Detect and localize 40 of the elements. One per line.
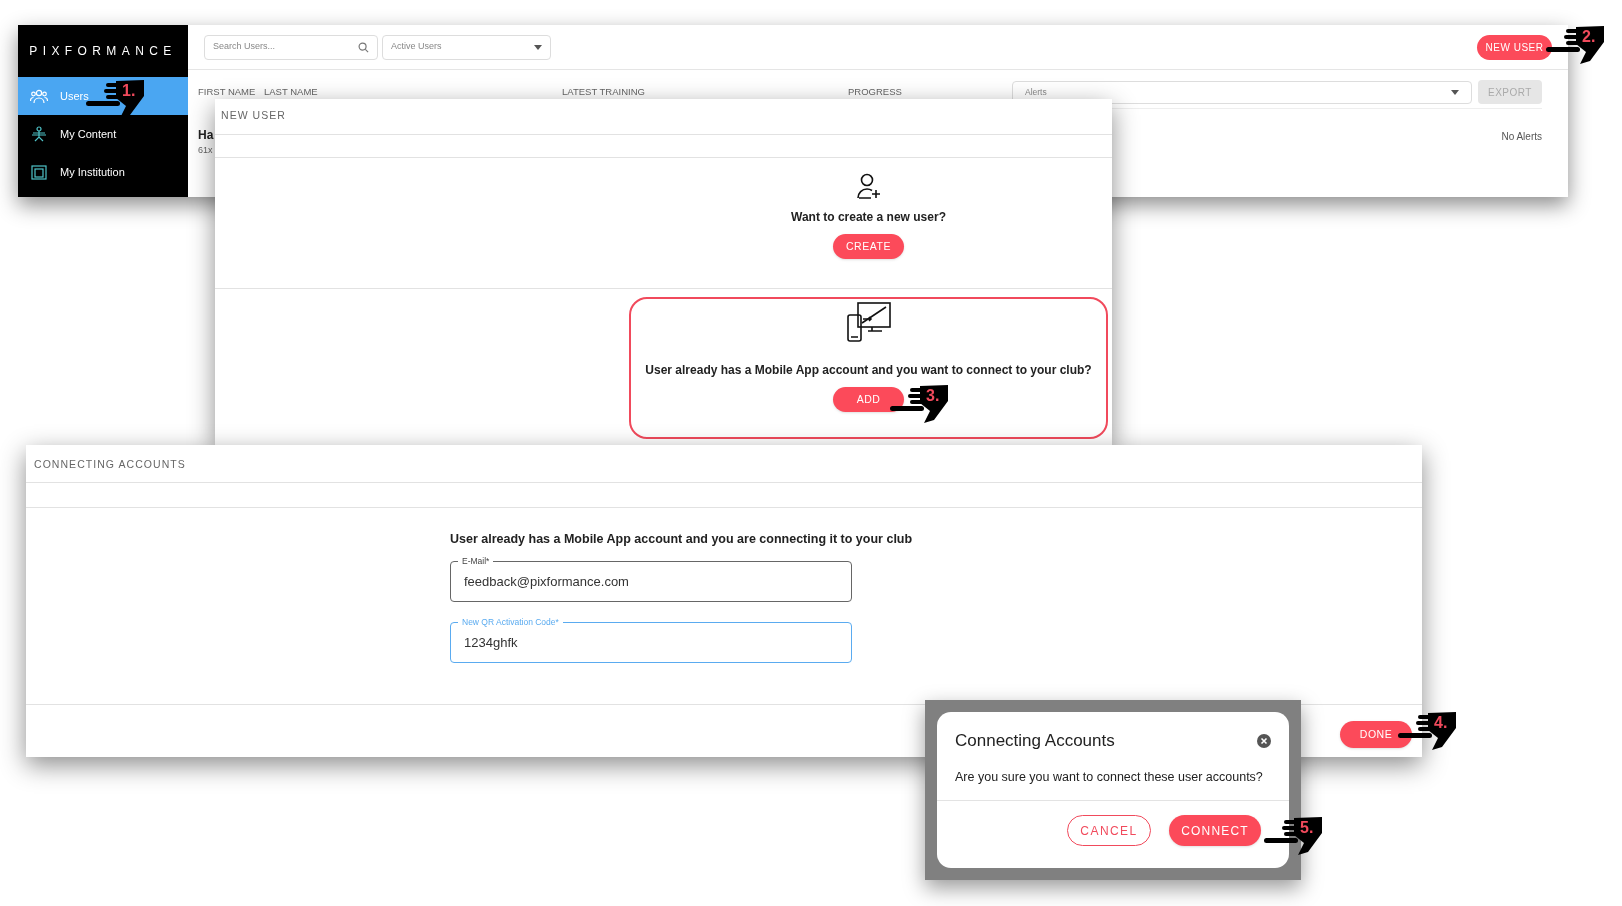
panel-title: NEW USER bbox=[221, 109, 286, 121]
pointing-hand-icon bbox=[890, 383, 948, 423]
dialog-message: Are you sure you want to connect these user accounts? bbox=[937, 767, 1289, 802]
search-field[interactable]: Search Users... bbox=[204, 34, 378, 60]
connect-button[interactable]: CONNECT bbox=[1169, 815, 1261, 847]
column-header: PROGRESS bbox=[848, 84, 903, 99]
add-button[interactable]: ADD bbox=[833, 387, 904, 412]
search-icon bbox=[358, 41, 369, 53]
pointing-hand-icon bbox=[1546, 24, 1604, 64]
trainer-icon bbox=[30, 126, 48, 142]
option-question: User already has a Mobile App account and you want to connect to your club? bbox=[645, 362, 1092, 379]
section-heading: User already has a Mobile App account and you are connecting it to your club bbox=[450, 531, 914, 548]
empty-alerts-text: No Alerts bbox=[1501, 130, 1542, 144]
step-number: 2. bbox=[1582, 27, 1596, 47]
phone-and-monitor-icon bbox=[845, 301, 892, 343]
dialog-title: Connecting Accounts bbox=[955, 730, 1115, 752]
building-icon bbox=[30, 164, 48, 180]
users-icon bbox=[30, 88, 48, 104]
caret-icon bbox=[534, 44, 542, 50]
panel-title: CONNECTING ACCOUNTS bbox=[34, 458, 186, 470]
logo: PIXFORMANCE bbox=[29, 43, 177, 60]
user-name: Ha bbox=[198, 127, 214, 144]
column-header: LAST NAME bbox=[264, 84, 319, 99]
column-header: LATEST TRAINING bbox=[562, 84, 646, 99]
option-question: Want to create a new user? bbox=[791, 209, 946, 226]
filter-dropdown[interactable]: Active Users bbox=[382, 34, 551, 60]
add-user-icon bbox=[854, 172, 883, 200]
create-button[interactable]: CREATE bbox=[833, 234, 904, 259]
pointing-hand-icon bbox=[1398, 710, 1456, 750]
new-user-button[interactable]: NEW USER bbox=[1477, 34, 1552, 60]
caret-icon bbox=[1451, 89, 1459, 95]
step-number: 3. bbox=[926, 386, 940, 406]
done-button[interactable]: DONE bbox=[1340, 721, 1412, 748]
step-number: 4. bbox=[1434, 713, 1448, 733]
close-icon[interactable] bbox=[1257, 733, 1271, 748]
column-header: FIRST NAME bbox=[198, 84, 257, 99]
step-number: 5. bbox=[1300, 818, 1314, 838]
user-detail: 61x bbox=[198, 144, 214, 157]
step-number: 1. bbox=[122, 81, 136, 101]
pointing-hand-icon bbox=[1264, 815, 1322, 855]
